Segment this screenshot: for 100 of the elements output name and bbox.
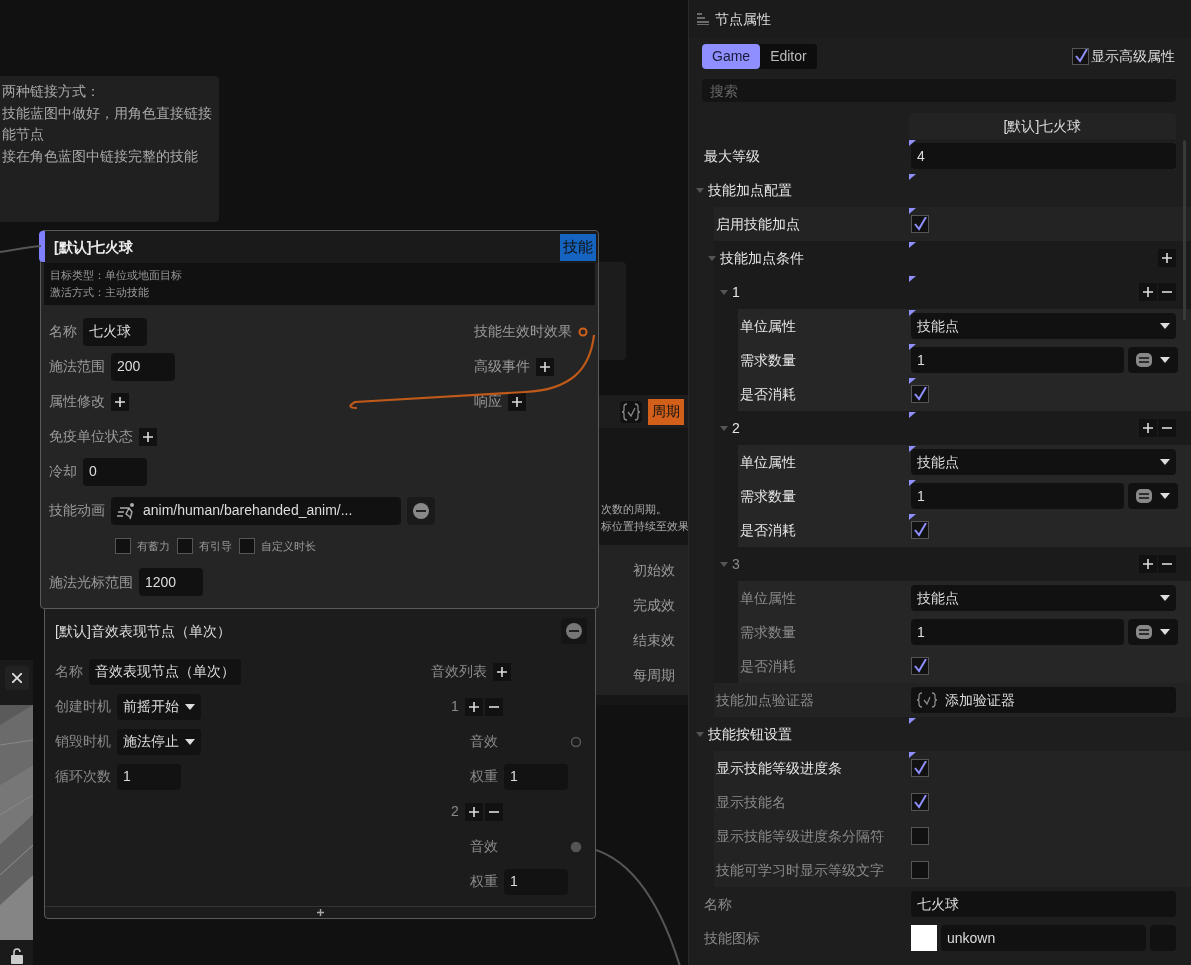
caret-icon	[1160, 595, 1170, 601]
output-label: 每周期	[633, 666, 675, 685]
add-validator-button[interactable]: 添加验证器	[911, 687, 1176, 713]
minus-circle-icon	[413, 502, 429, 519]
search-field[interactable]: 搜索	[702, 79, 1176, 102]
checkbox[interactable]	[911, 215, 929, 233]
field-label: 权重	[470, 767, 498, 786]
description-text: 标位置持续至效果	[601, 519, 688, 534]
dropdown[interactable]: 施法停止	[117, 728, 201, 755]
output-label: 初始效	[633, 561, 675, 580]
input-field[interactable]: 1	[911, 347, 1124, 373]
input-port[interactable]	[570, 840, 582, 853]
input-field[interactable]: 4	[911, 143, 1176, 169]
dropdown[interactable]: 前摇开始	[117, 693, 201, 720]
input-field[interactable]: 1200	[139, 568, 203, 596]
asset-field[interactable]: anim/human/barehanded_anim/...	[111, 496, 401, 525]
input-field[interactable]: 0	[83, 457, 147, 486]
add-button[interactable]	[139, 427, 157, 446]
equals-icon	[1136, 625, 1152, 639]
add-button[interactable]	[536, 357, 554, 376]
checkmark-icon	[913, 659, 927, 673]
plus-icon	[468, 701, 479, 712]
add-button[interactable]	[464, 802, 483, 821]
dropdown[interactable]: 技能点	[911, 449, 1176, 475]
input-port[interactable]	[39, 231, 45, 262]
output-label: 技能生效时效果	[474, 322, 572, 341]
add-button[interactable]	[1158, 249, 1176, 267]
input-field[interactable]: 1	[117, 763, 181, 790]
remove-button[interactable]	[484, 697, 503, 716]
input-field[interactable]: 1	[504, 763, 568, 790]
remove-button[interactable]	[561, 618, 587, 644]
property-label: 需求数量	[740, 622, 796, 642]
input-field[interactable]: unkown	[941, 925, 1146, 951]
close-button[interactable]	[4, 666, 29, 690]
expand-icon[interactable]	[316, 909, 324, 916]
node-title: [默认]音效表现节点（单次）	[55, 621, 231, 641]
property-label: 技能图标	[704, 928, 760, 948]
input-field[interactable]: 1	[911, 619, 1124, 645]
comparison-button[interactable]	[1128, 483, 1178, 509]
checkbox[interactable]	[911, 759, 929, 777]
input-port[interactable]	[570, 735, 582, 748]
input-field[interactable]: 200	[111, 352, 175, 381]
remove-button[interactable]	[407, 496, 435, 525]
add-button[interactable]	[111, 392, 129, 411]
input-field[interactable]: 1	[504, 868, 568, 895]
add-button[interactable]	[493, 662, 511, 681]
field-label: 名称	[55, 662, 83, 681]
input-field[interactable]: 七火球	[83, 317, 147, 346]
property-label: 技能加点配置	[708, 180, 792, 200]
output-port[interactable]	[578, 326, 588, 337]
comparison-button[interactable]	[1128, 619, 1178, 645]
property-label: 需求数量	[740, 486, 796, 506]
remove-button[interactable]	[1158, 283, 1176, 301]
close-icon	[11, 673, 22, 683]
input-field[interactable]: 音效表现节点（单次）	[89, 658, 241, 685]
field-label: 循环次数	[55, 767, 111, 786]
checkbox[interactable]	[911, 385, 929, 403]
checkbox[interactable]	[911, 827, 929, 845]
checkmark-icon	[913, 217, 927, 231]
caret-icon	[185, 703, 195, 710]
comment-text: 接在角色蓝图中链接完整的技能	[2, 146, 199, 166]
comparison-button[interactable]	[1128, 347, 1178, 373]
tab[interactable]: Game	[702, 43, 761, 69]
checkmark-icon	[1073, 49, 1088, 63]
node-badge: 周期	[648, 398, 684, 425]
remove-button[interactable]	[484, 802, 503, 821]
checkbox[interactable]	[911, 521, 929, 539]
input-field[interactable]: 七火球	[911, 891, 1176, 917]
add-button[interactable]	[1139, 555, 1157, 573]
add-button[interactable]	[1139, 283, 1157, 301]
checkbox[interactable]	[177, 538, 193, 554]
checkbox[interactable]	[911, 793, 929, 811]
modified-marker-icon	[909, 208, 916, 214]
input-field[interactable]: 1	[911, 483, 1124, 509]
plus-icon	[1143, 559, 1153, 569]
add-button[interactable]	[1139, 419, 1157, 437]
checkbox[interactable]	[239, 538, 255, 554]
checkbox[interactable]	[911, 657, 929, 675]
property-label: 显示技能等级进度条分隔符	[716, 826, 884, 846]
dropdown[interactable]: 技能点	[911, 585, 1176, 611]
checkbox-label: 有引导	[199, 538, 232, 554]
add-button[interactable]	[464, 697, 483, 716]
dropdown[interactable]: 技能点	[911, 313, 1176, 339]
checkbox[interactable]	[1072, 47, 1089, 65]
lock-icon[interactable]	[9, 948, 24, 964]
icon-swatch[interactable]	[911, 925, 937, 951]
checkbox-label: 有蓄力	[137, 538, 170, 554]
checkbox[interactable]	[911, 861, 929, 879]
minus-circle-icon	[566, 623, 582, 639]
field-label: 冷却	[49, 462, 77, 481]
remove-button[interactable]	[1158, 555, 1176, 573]
field-label: 权重	[470, 872, 498, 891]
modified-marker-icon	[909, 378, 916, 384]
node-title: [默认]七火球	[54, 237, 134, 257]
field-label: 施法光标范围	[49, 572, 133, 592]
checkbox[interactable]	[115, 538, 131, 554]
port-label: 音效	[470, 732, 498, 751]
plus-icon	[1162, 253, 1172, 263]
remove-button[interactable]	[1158, 419, 1176, 437]
output-label: 高级事件	[474, 357, 530, 376]
